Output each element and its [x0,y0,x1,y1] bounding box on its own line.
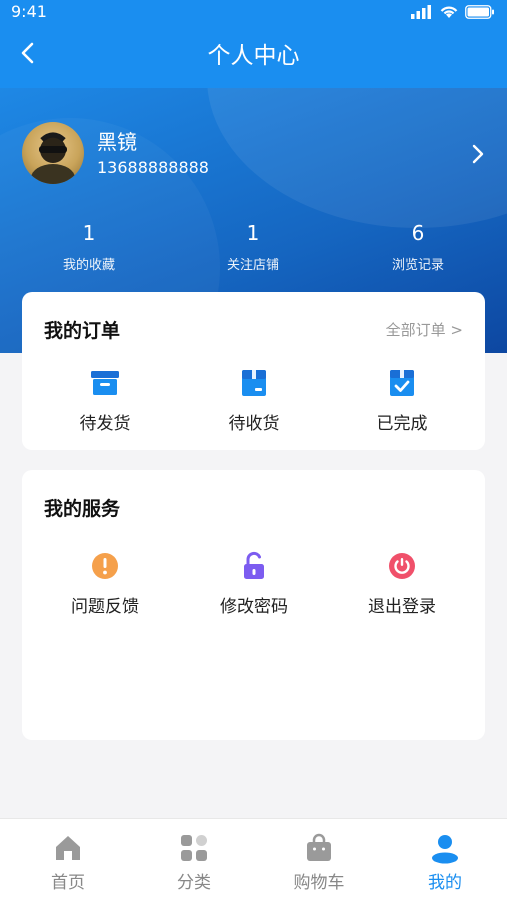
tab-bar: 首页 分类 购物车 我的 [0,818,507,900]
stat-value: 6 [411,221,425,245]
tab-label: 购物车 [293,873,345,893]
unlock-icon [244,551,264,579]
chevron-right-icon [472,144,484,164]
stat-followed-shops[interactable]: 1 关注店铺 [183,218,323,273]
stat-label: 关注店铺 [226,258,279,273]
orders-title: 我的订单 [44,320,121,342]
status-time: 9:41 [11,2,47,21]
tab-category[interactable]: 分类 [131,819,257,900]
stat-history[interactable]: 6 浏览记录 [348,218,488,273]
tab-cart[interactable]: 购物车 [256,819,382,900]
battery-icon [465,5,494,19]
stat-favorites[interactable]: 1 我的收藏 [19,218,159,273]
tab-label: 首页 [51,873,85,893]
stat-value: 1 [246,221,260,245]
profile-row[interactable]: 黑镜 13688888888 [22,122,492,184]
orders-card: 我的订单 全部订单 > 待发货 待收货 已完成 [22,292,485,450]
service-item-label: 修改密码 [220,597,288,617]
services-card: 我的服务 问题反馈 修改密码 退出登录 [22,470,485,740]
all-orders-link[interactable]: 全部订单 > [386,319,463,340]
avatar-image [31,132,75,184]
user-name: 黑镜 [97,130,137,154]
tab-label: 我的 [428,873,462,893]
check-box-icon [390,370,414,396]
cart-icon [307,833,331,861]
user-icon [432,835,458,864]
nav-bar: 个人中心 [0,24,507,88]
status-bar: 9:41 [0,0,507,24]
alert-icon [92,553,118,579]
tab-home[interactable]: 首页 [5,819,131,900]
stat-label: 我的收藏 [62,258,115,273]
home-icon [56,836,80,860]
order-item-label: 待收货 [228,414,280,434]
signal-icon [411,5,431,19]
user-stats: 1 我的收藏 1 关注店铺 6 浏览记录 [0,218,507,278]
stat-label: 浏览记录 [391,258,444,273]
tab-mine[interactable]: 我的 [382,819,507,900]
services-title: 我的服务 [44,498,121,520]
stat-value: 1 [82,221,96,245]
user-phone: 13688888888 [97,158,209,177]
service-change-password[interactable]: 修改密码 [194,550,314,617]
order-item-label: 待发货 [79,414,131,434]
status-icons [411,5,495,19]
wifi-icon [440,6,458,18]
order-pending-receipt[interactable]: 待收货 [194,367,314,434]
package-icon [242,370,266,396]
order-completed[interactable]: 已完成 [342,367,462,434]
order-item-label: 已完成 [376,414,428,434]
page-title: 个人中心 [207,43,300,69]
avatar[interactable] [22,122,84,184]
tab-label: 分类 [177,873,211,893]
box-icon [91,371,119,395]
power-icon [389,553,415,579]
service-feedback[interactable]: 问题反馈 [45,550,165,617]
service-item-label: 问题反馈 [71,597,139,617]
service-item-label: 退出登录 [368,597,436,617]
service-logout[interactable]: 退出登录 [342,550,462,617]
order-pending-shipment[interactable]: 待发货 [45,367,165,434]
category-icon [181,835,207,861]
